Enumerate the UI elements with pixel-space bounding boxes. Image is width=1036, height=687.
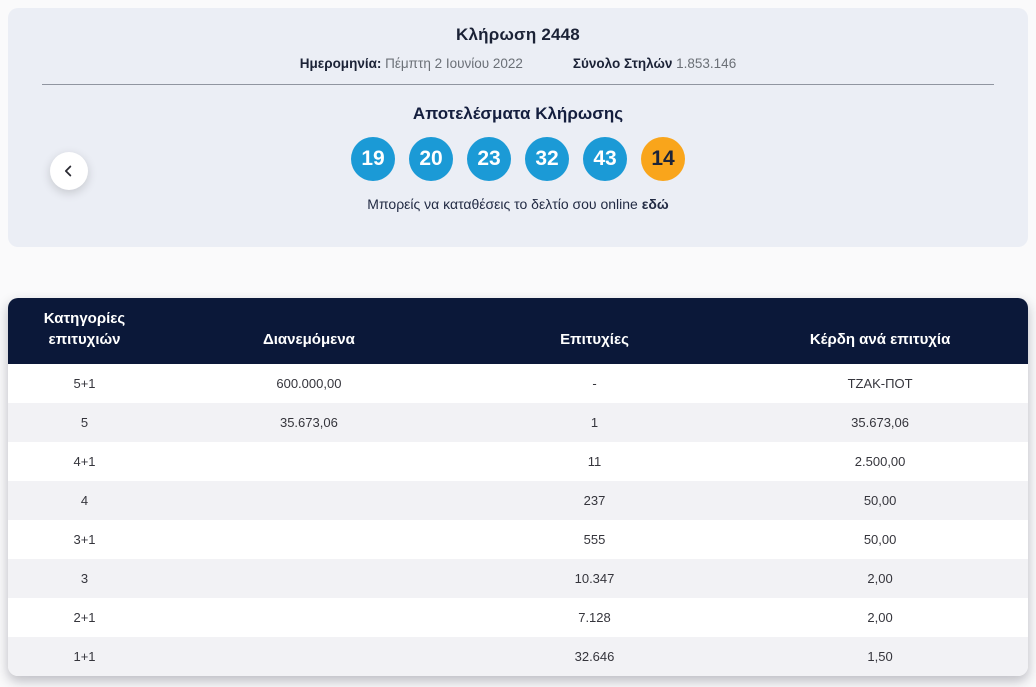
cell-winners: 11	[587, 454, 602, 469]
cell-category: 1+1	[73, 649, 96, 664]
winning-numbers: 19 20 23 32 43 14	[8, 137, 1028, 181]
cell-distributed: 35.673,06	[279, 415, 338, 430]
card-divider	[42, 84, 994, 85]
cell-winnings: 2,00	[867, 571, 893, 586]
total-columns-label: Σύνολο Στηλών	[572, 56, 673, 71]
number-ball: 32	[525, 137, 569, 181]
cell-category: 4	[80, 493, 89, 508]
table-row: 4 237 50,00	[8, 481, 1028, 520]
draw-date: Ημερομηνία: Πέμπτη 2 Ιουνίου 2022	[300, 56, 523, 71]
cell-winnings: 2.500,00	[854, 454, 906, 469]
cell-category: 5	[80, 415, 89, 430]
number-ball: 19	[351, 137, 395, 181]
table-row: 5 35.673,06 1 35.673,06	[8, 403, 1028, 442]
cell-winnings: 2,00	[867, 610, 893, 625]
prize-table-body: 5+1 600.000,00 - ΤΖΑΚ-ΠΟΤ 5 35.673,06 1 …	[8, 364, 1028, 676]
draw-title: Κλήρωση 2448	[456, 25, 580, 44]
cell-category: 3	[80, 571, 89, 586]
cell-category: 4+1	[73, 454, 96, 469]
total-columns-value: 1.853.146	[676, 56, 737, 71]
results-title: Αποτελέσματα Κλήρωσης	[412, 104, 624, 123]
prize-table: Κατηγορίες επιτυχιών Διανεμόμενα Επιτυχί…	[8, 298, 1028, 676]
cell-winners: 237	[583, 493, 606, 508]
cell-winners: 32.646	[574, 649, 615, 664]
cell-winners: 1	[590, 415, 599, 430]
header-distributed: Διανεμόμενα	[262, 331, 355, 349]
cell-winnings: 50,00	[863, 493, 897, 508]
cell-winnings: 35.673,06	[851, 415, 909, 430]
joker-ball: 14	[641, 137, 685, 181]
cell-winners: 555	[583, 532, 606, 547]
header-categories: Κατηγορίες επιτυχιών	[43, 309, 126, 349]
table-row: 5+1 600.000,00 - ΤΖΑΚ-ΠΟΤ	[8, 364, 1028, 403]
table-row: 3 10.347 2,00	[8, 559, 1028, 598]
cell-category: 2+1	[73, 610, 96, 625]
cell-winners: 10.347	[574, 571, 615, 586]
header-winnings-per-winner: Κέρδη ανά επιτυχία	[809, 331, 951, 349]
table-row: 1+1 32.646 1,50	[8, 637, 1028, 676]
number-ball: 23	[467, 137, 511, 181]
cell-winnings: 1,50	[867, 649, 893, 664]
draw-date-label: Ημερομηνία:	[299, 56, 382, 71]
header-winners: Επιτυχίες	[560, 331, 629, 349]
table-row: 4+1 11 2.500,00	[8, 442, 1028, 481]
number-ball: 20	[409, 137, 453, 181]
prize-table-header: Κατηγορίες επιτυχιών Διανεμόμενα Επιτυχί…	[8, 298, 1028, 364]
deposit-note-text: Μπορείς να καταθέσεις το δελτίο σου onli…	[367, 196, 638, 212]
chevron-left-icon	[60, 162, 78, 180]
previous-draw-button[interactable]	[50, 152, 88, 190]
cell-winnings: 50,00	[863, 532, 897, 547]
deposit-note-link[interactable]: εδώ	[642, 196, 669, 212]
draw-meta: Ημερομηνία: Πέμπτη 2 Ιουνίου 2022 Σύνολο…	[8, 56, 1028, 71]
cell-category: 3+1	[73, 532, 96, 547]
deposit-note: Μπορείς να καταθέσεις το δελτίο σου onli…	[8, 196, 1028, 212]
draw-card: Κλήρωση 2448 Ημερομηνία: Πέμπτη 2 Ιουνίο…	[8, 8, 1028, 247]
draw-date-value: Πέμπτη 2 Ιουνίου 2022	[385, 56, 523, 71]
table-row: 2+1 7.128 2,00	[8, 598, 1028, 637]
total-columns: Σύνολο Στηλών 1.853.146	[573, 56, 736, 71]
number-ball: 43	[583, 137, 627, 181]
cell-winners: -	[592, 376, 597, 391]
table-row: 3+1 555 50,00	[8, 520, 1028, 559]
cell-category: 5+1	[73, 376, 96, 391]
cell-winners: 7.128	[578, 610, 611, 625]
cell-winnings: ΤΖΑΚ-ΠΟΤ	[847, 376, 913, 391]
cell-distributed: 600.000,00	[276, 376, 342, 391]
